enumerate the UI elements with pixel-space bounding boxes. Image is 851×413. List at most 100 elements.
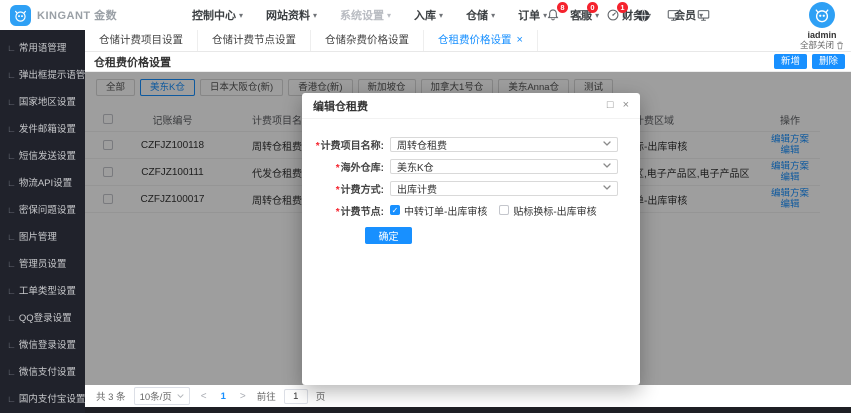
sidebar-item[interactable]: ∟ 密保问题设置 (0, 197, 85, 224)
bell-icon[interactable]: 8 (545, 2, 568, 23)
delete-button[interactable]: 删除 (811, 54, 845, 69)
goto-label: 前往 (256, 392, 276, 403)
chevron-down-icon (603, 139, 611, 150)
close-all-button[interactable]: 全部关闭 (796, 40, 848, 51)
goto-page-input[interactable] (283, 388, 308, 404)
tree-branch-icon: ∟ (7, 232, 16, 242)
tab-bar: 仓储计费项目设置 仓储计费节点设置 仓储杂费价格设置 仓租费价格设置 × (85, 30, 851, 52)
sidebar-item-label: 发件邮箱设置 (18, 124, 76, 135)
nav-menu-item[interactable]: 系统设置 ▾ (340, 7, 391, 23)
sidebar-item[interactable]: ∟ 国内支付宝设置 (0, 386, 85, 413)
brand[interactable]: KINGANT 金数 (0, 4, 192, 26)
notification-badge: 0 (587, 2, 598, 13)
tree-branch-icon: ∟ (7, 97, 16, 107)
chevron-down-icon (177, 393, 184, 398)
notification-badge: 1 (617, 2, 628, 13)
bottom-edge-bar (85, 407, 851, 413)
tab-label: 仓储杂费价格设置 (325, 34, 409, 46)
sidebar-item[interactable]: ∟ 微信登录设置 (0, 332, 85, 359)
add-button[interactable]: 新增 (773, 54, 807, 69)
nav-menu-item[interactable]: 控制中心 ▾ (192, 7, 243, 23)
tree-branch-icon: ∟ (7, 178, 16, 188)
notification-badge: 8 (557, 2, 568, 13)
tree-branch-icon: ∟ (7, 43, 16, 53)
tab[interactable]: 仓储杂费价格设置 (311, 30, 424, 51)
tab[interactable]: 仓租费价格设置 × (424, 30, 538, 51)
sidebar-item[interactable]: ∟ 常用语管理 (0, 35, 85, 62)
sidebar-item[interactable]: ∟ QQ登录设置 (0, 305, 85, 332)
tree-branch-icon: ∟ (7, 394, 16, 404)
sidebar-item[interactable]: ∟ 国家地区设置 (0, 89, 85, 116)
globe-icon[interactable] (635, 7, 651, 23)
sidebar-item-label: 管理员设置 (18, 259, 67, 270)
checkbox-option[interactable]: ✓ 中转订单-出库审核 (390, 203, 487, 218)
sidebar-item-label: 国内支付宝设置 (18, 394, 85, 405)
nav-menu-item[interactable]: 网站资料 ▾ (266, 7, 317, 23)
nav-menu-label: 控制中心 (192, 10, 236, 22)
chevron-down-icon (603, 183, 611, 194)
user-panel: iadmin 全部关闭 (796, 2, 848, 51)
prev-page-button[interactable]: < (198, 391, 210, 402)
close-icon[interactable]: × (623, 100, 629, 111)
sidebar-item[interactable]: ∟ 发件邮箱设置 (0, 116, 85, 143)
tab[interactable]: 仓储计费节点设置 (198, 30, 311, 51)
sidebar-item-label: QQ登录设置 (18, 313, 72, 324)
field-select[interactable]: 出库计费 (390, 180, 618, 196)
select-value: 周转仓租费 (397, 140, 447, 152)
close-icon[interactable]: × (517, 35, 523, 46)
maximize-icon[interactable]: □ (607, 100, 614, 111)
top-bar: KINGANT 金数 控制中心 ▾ 网站资料 ▾ 系统设置 ▾ 入库 ▾ 仓储 ▾ 订单 ▾ 客服 ▾ 财务… (0, 0, 851, 30)
tree-branch-icon: ∟ (7, 205, 16, 215)
next-page-button[interactable]: > (237, 391, 249, 402)
tree-branch-icon: ∟ (7, 124, 16, 134)
close-all-label: 全部关闭 (799, 40, 834, 50)
sidebar-item-label: 密保问题设置 (18, 205, 76, 216)
field-label: 海外仓库 (312, 159, 384, 174)
nav-menu-item[interactable]: 订单 ▾ (518, 7, 547, 23)
sidebar-item[interactable]: ∟ 管理员设置 (0, 251, 85, 278)
dashboard-icon[interactable]: 1 (605, 2, 628, 23)
message-icon[interactable]: 0 (575, 2, 598, 23)
sidebar-item-label: 短信发送设置 (18, 151, 76, 162)
sidebar-item[interactable]: ∟ 物流API设置 (0, 170, 85, 197)
modal-header: 编辑仓租费 □ × (302, 93, 640, 119)
tab-label: 仓租费价格设置 (438, 34, 512, 46)
sidebar-item[interactable]: ∟ 微信支付设置 (0, 359, 85, 386)
current-page[interactable]: 1 (218, 391, 229, 402)
select-value: 美东K仓 (397, 162, 434, 174)
username[interactable]: iadmin (796, 30, 848, 40)
field-select[interactable]: 周转仓租费 (390, 136, 618, 152)
tree-branch-icon: ∟ (7, 70, 16, 80)
chevron-down-icon: ▾ (313, 10, 318, 20)
field-select[interactable]: 美东K仓 (390, 158, 618, 174)
modal-title: 编辑仓租费 (313, 100, 368, 113)
avatar[interactable] (809, 2, 835, 28)
nav-menu-item[interactable]: 仓储 ▾ (466, 7, 495, 23)
total-count: 共 3 条 (96, 392, 126, 403)
field-label: 计费方式 (312, 181, 384, 196)
monitor-icon[interactable] (665, 7, 681, 23)
tree-branch-icon: ∟ (7, 367, 16, 377)
sidebar-item-label: 微信支付设置 (18, 367, 76, 378)
nav-menu-item[interactable]: 入库 ▾ (414, 7, 443, 23)
monitor-icon-2[interactable] (695, 7, 711, 23)
confirm-button[interactable]: 确定 (365, 227, 412, 244)
chevron-down-icon: ▾ (439, 10, 444, 20)
checkbox-option[interactable]: 贴标换标-出库审核 (499, 203, 597, 218)
tab-label: 仓储计费节点设置 (212, 34, 296, 46)
sidebar-item[interactable]: ∟ 短信发送设置 (0, 143, 85, 170)
sidebar-item[interactable]: ∟ 图片管理 (0, 224, 85, 251)
trash-icon (836, 41, 844, 50)
checkbox[interactable] (499, 205, 510, 215)
checkbox-label: 中转订单-出库审核 (404, 206, 488, 218)
field-label: 计费节点 (312, 203, 384, 218)
brand-name: KINGANT 金数 (37, 10, 118, 22)
modal-form-row: 计费项目名称 周转仓租费 (312, 133, 618, 155)
tree-branch-icon: ∟ (7, 340, 16, 350)
page-size-select[interactable]: 10条/页 (133, 387, 190, 405)
tree-branch-icon: ∟ (7, 286, 16, 296)
sidebar-item[interactable]: ∟ 工单类型设置 (0, 278, 85, 305)
checkbox[interactable]: ✓ (390, 205, 400, 215)
sidebar-item[interactable]: ∟弹出框提示语管理 (0, 62, 85, 89)
tab[interactable]: 仓储计费项目设置 (85, 30, 198, 51)
